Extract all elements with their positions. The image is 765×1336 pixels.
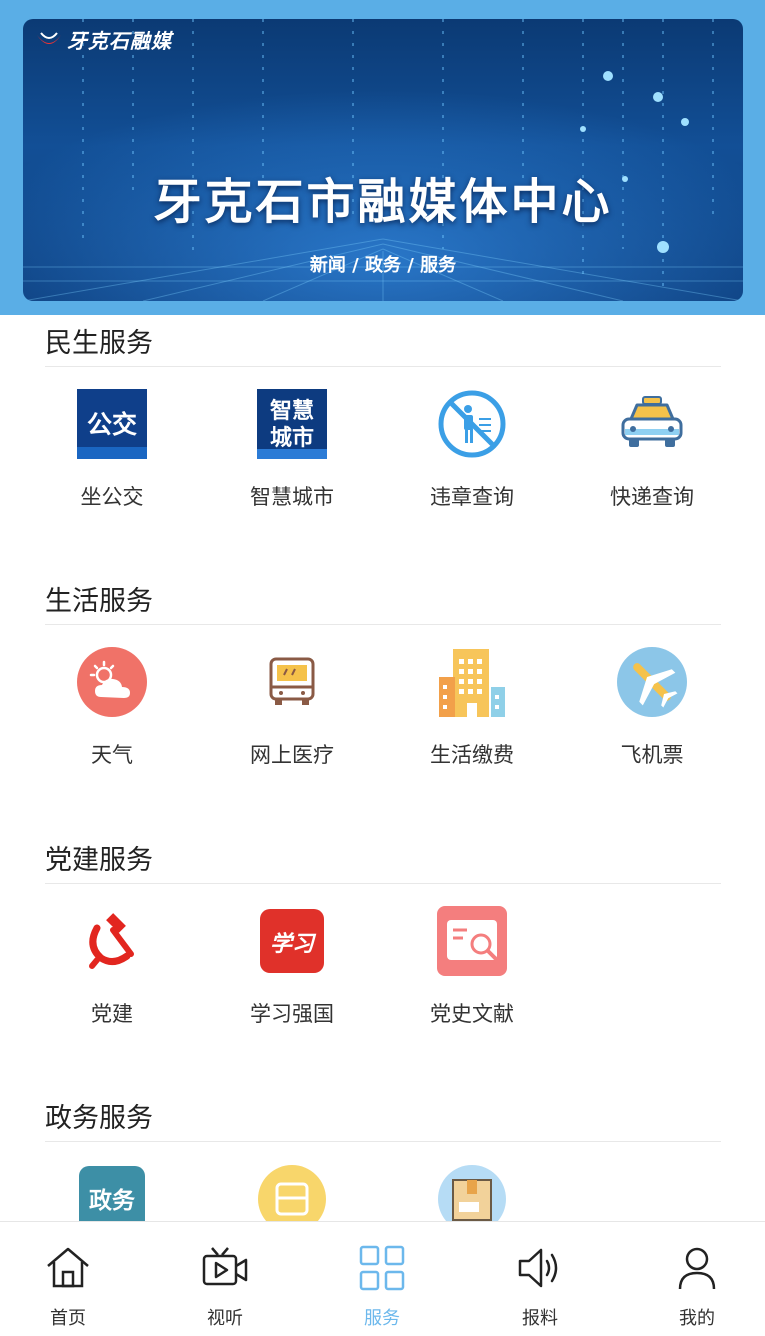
- service-label: 网上医疗: [250, 743, 334, 767]
- smart-city-icon-text-1: 智慧: [270, 398, 314, 424]
- tab-report[interactable]: 报料: [490, 1244, 590, 1330]
- smart-city-icon: 智慧 城市: [257, 389, 327, 459]
- xuexi-icon-text: 学习: [270, 931, 317, 957]
- bus-front-icon: [257, 647, 327, 717]
- document-search-icon: [437, 906, 507, 976]
- service-item-violation[interactable]: 违章查询: [382, 389, 562, 511]
- service-item-medical[interactable]: 网上医疗: [202, 647, 382, 769]
- xuexi-icon: 学习: [257, 906, 327, 976]
- video-icon: [201, 1244, 249, 1292]
- tab-label: 视听: [207, 1308, 243, 1329]
- bus-card-icon-text: 公交: [87, 410, 137, 439]
- service-item-express[interactable]: 快递查询: [562, 389, 742, 511]
- tab-label: 首页: [50, 1308, 86, 1329]
- banner-logo: 牙克石融媒: [35, 25, 172, 54]
- hammer-sickle-icon: [77, 906, 147, 976]
- tab-label: 服务: [364, 1308, 400, 1329]
- service-label: 违章查询: [430, 485, 514, 509]
- service-label: 党建: [91, 1002, 133, 1026]
- tab-label: 报料: [522, 1308, 558, 1329]
- service-label: 天气: [91, 743, 133, 767]
- section-party-services: 党建服务 党建 学习 学习强国 党史文献: [45, 839, 721, 1034]
- tab-mine[interactable]: 我的: [647, 1244, 747, 1330]
- service-grid: 党建 学习 学习强国 党史文献: [45, 884, 721, 1034]
- tab-label: 我的: [679, 1308, 715, 1329]
- service-item-flight[interactable]: 飞机票: [562, 647, 742, 769]
- banner[interactable]: 牙克石融媒 牙克石市融媒体中心 新闻 / 政务 / 服务: [23, 19, 743, 301]
- tab-services[interactable]: 服务: [332, 1244, 432, 1330]
- weather-icon: [77, 647, 147, 717]
- service-label: 学习强国: [250, 1002, 334, 1026]
- bus-card-icon: 公交: [77, 389, 147, 459]
- section-title: 生活服务: [45, 586, 153, 617]
- service-grid: 天气 网上医疗 生活缴费 飞机票: [45, 625, 721, 775]
- section-civil-services: 民生服务 公交 坐公交 智慧 城市 智慧城市 违章查询 快递查询: [45, 322, 721, 517]
- tab-home[interactable]: 首页: [18, 1244, 118, 1330]
- banner-title: 牙克石市融媒体中心: [153, 174, 613, 230]
- media-logo-icon: [37, 31, 61, 44]
- section-life-services: 生活服务 天气 网上医疗 生活缴费 飞机票: [45, 580, 721, 775]
- service-label: 生活缴费: [430, 743, 514, 767]
- airplane-icon: [617, 647, 687, 717]
- service-label: 智慧城市: [250, 485, 334, 509]
- service-label: 坐公交: [80, 485, 144, 509]
- service-label: 党史文献: [430, 1002, 514, 1026]
- bottom-tab-bar: 首页 视听 服务 报料 我的: [0, 1221, 765, 1336]
- service-grid: 公交 坐公交 智慧 城市 智慧城市 违章查询 快递查询: [45, 367, 721, 517]
- government-icon-text: 政务: [89, 1188, 136, 1214]
- banner-subtitle: 新闻 / 政务 / 服务: [309, 255, 457, 276]
- service-label: 快递查询: [610, 485, 694, 509]
- taxi-icon: [617, 389, 687, 459]
- service-item-party-history[interactable]: 党史文献: [382, 906, 562, 1028]
- service-item-weather[interactable]: 天气: [22, 647, 202, 769]
- service-label: 飞机票: [620, 743, 684, 767]
- service-item-xuexi[interactable]: 学习 学习强国: [202, 906, 382, 1028]
- section-title: 民生服务: [45, 328, 153, 359]
- service-item-party[interactable]: 党建: [22, 906, 202, 1028]
- tab-video[interactable]: 视听: [175, 1244, 275, 1330]
- user-icon: [673, 1244, 721, 1292]
- no-pedestrian-icon: [437, 389, 507, 459]
- grid-icon: [358, 1244, 406, 1292]
- section-title: 党建服务: [45, 845, 153, 876]
- buildings-icon: [437, 647, 507, 717]
- speaker-icon: [516, 1244, 564, 1292]
- home-icon: [44, 1244, 92, 1292]
- section-title: 政务服务: [45, 1103, 153, 1134]
- service-item-payment[interactable]: 生活缴费: [382, 647, 562, 769]
- service-item-smart-city[interactable]: 智慧 城市 智慧城市: [202, 389, 382, 511]
- banner-logo-text: 牙克石融媒: [67, 29, 172, 53]
- service-item-bus[interactable]: 公交 坐公交: [22, 389, 202, 511]
- smart-city-icon-text-2: 城市: [270, 425, 314, 451]
